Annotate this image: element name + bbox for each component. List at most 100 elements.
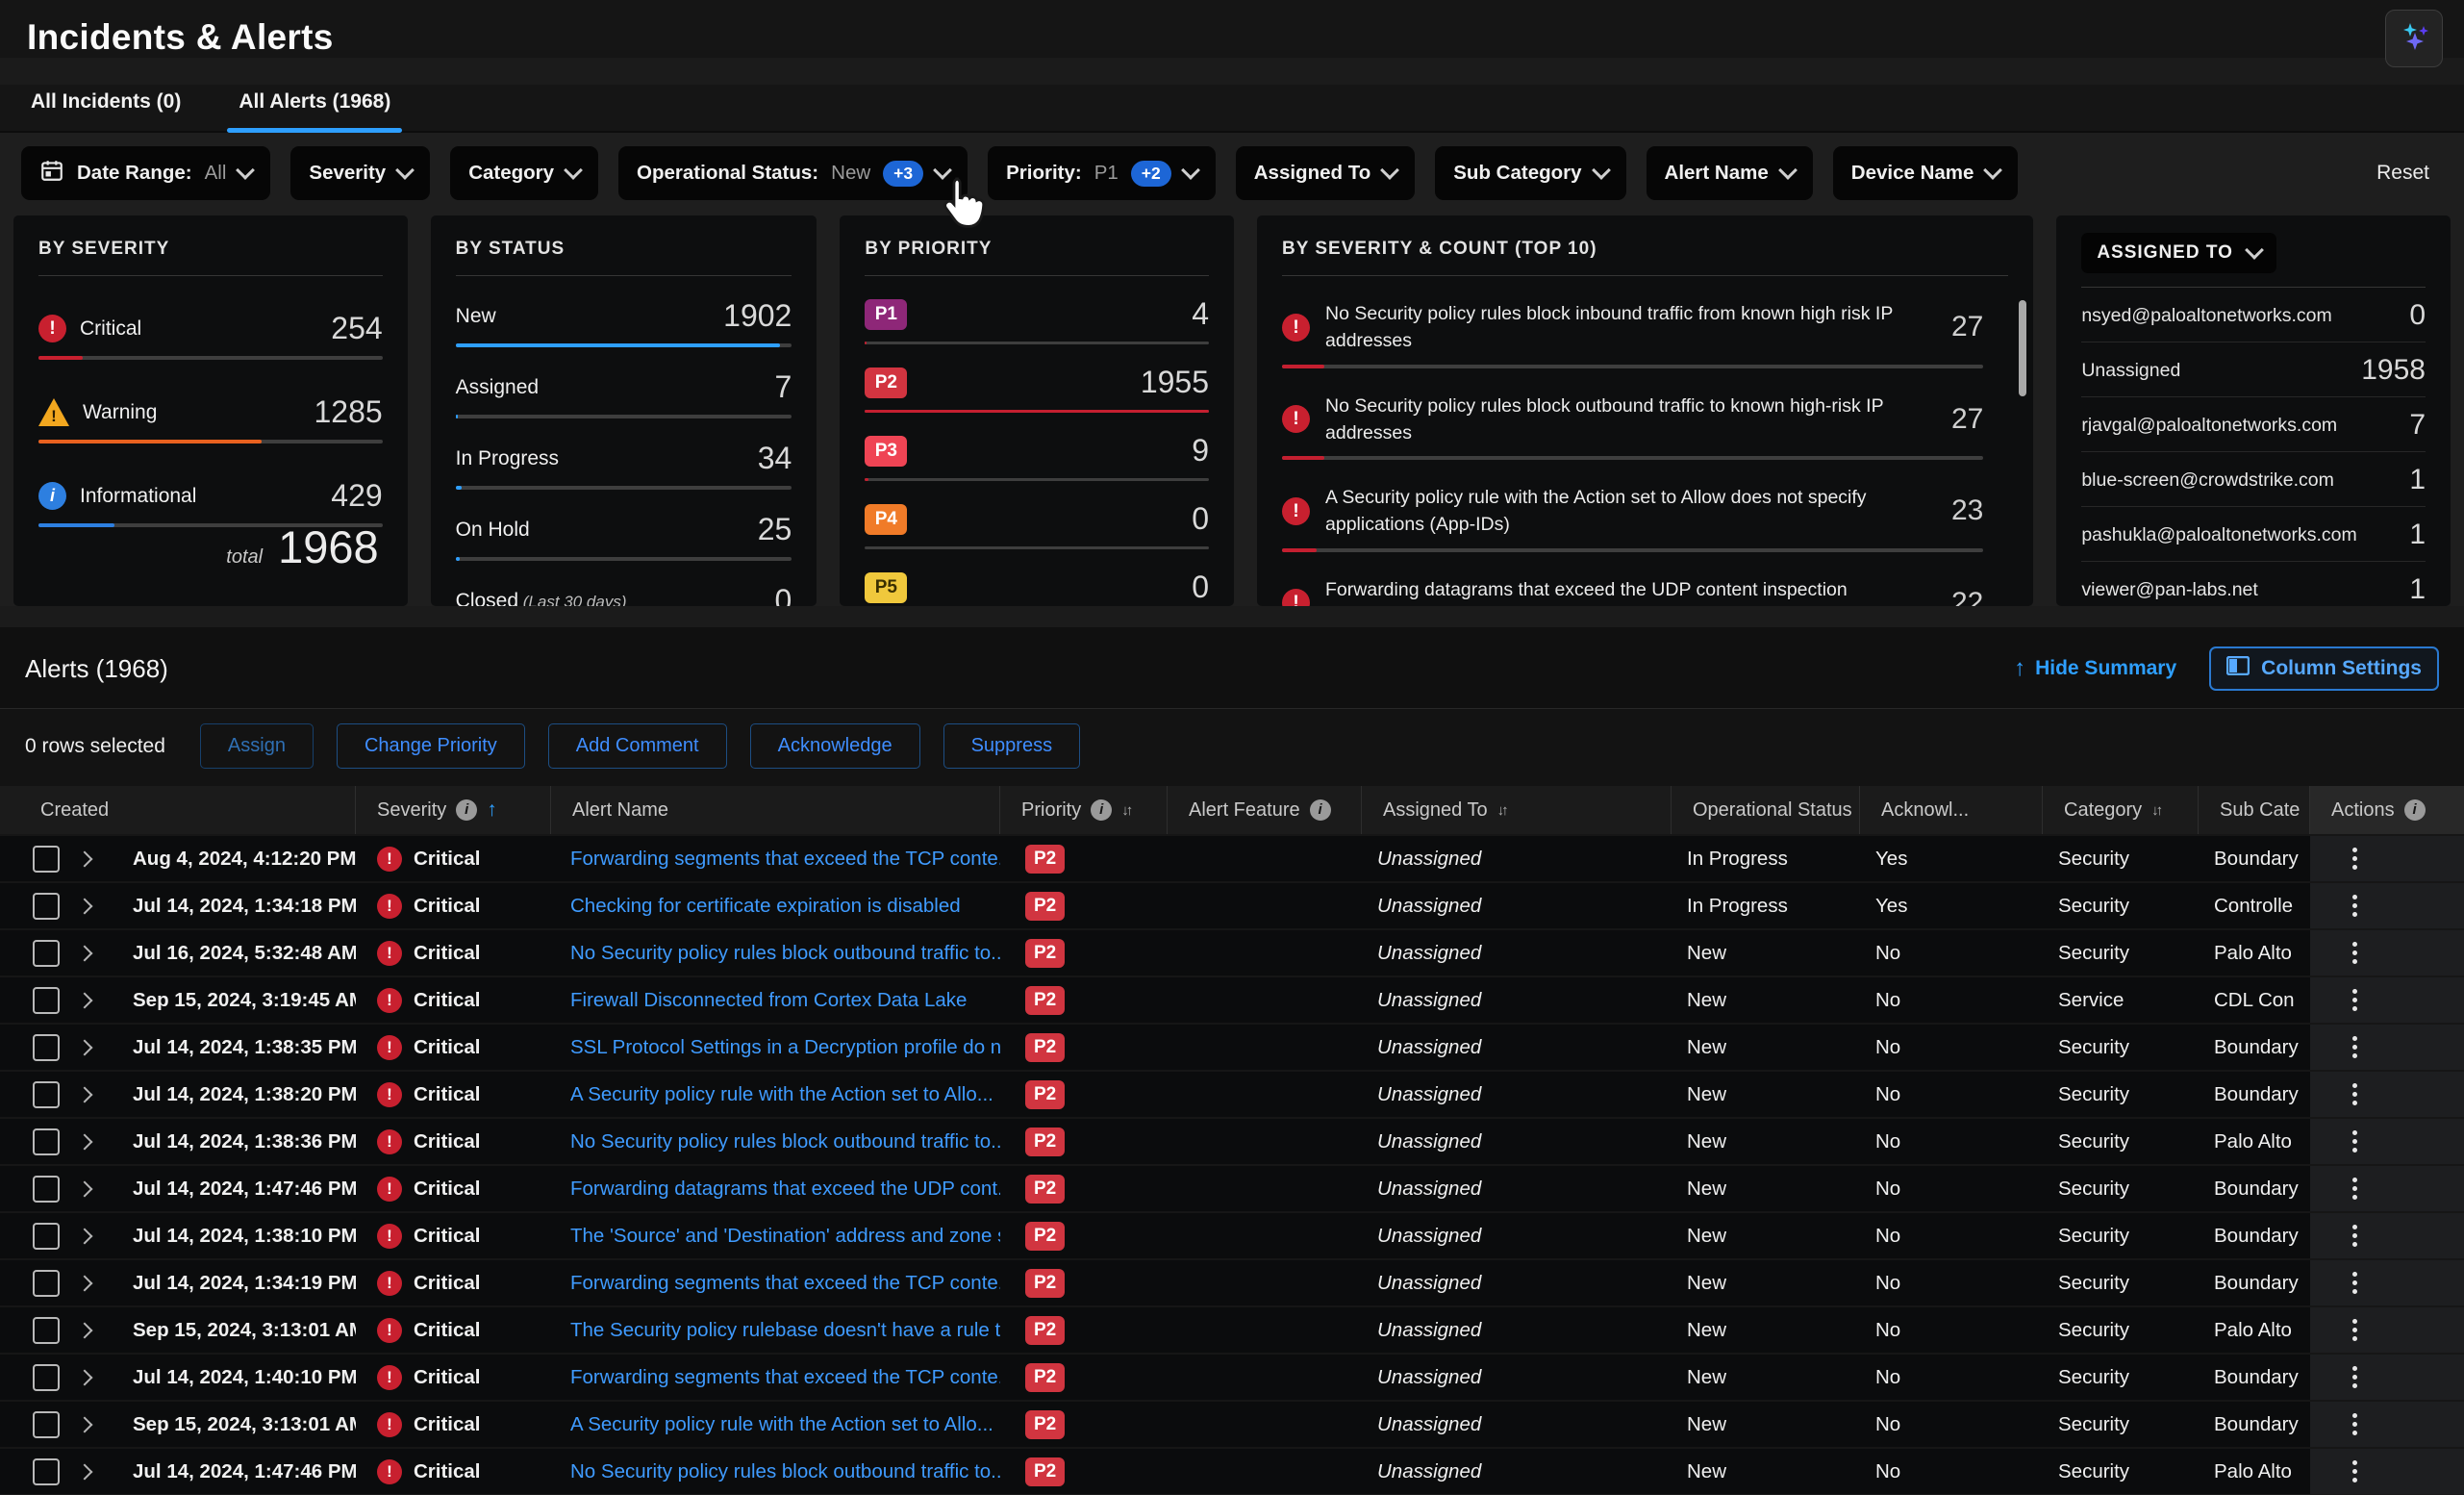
alert-name-link[interactable]: SSL Protocol Settings in a Decryption pr… <box>570 1036 1000 1059</box>
priority-badge: P2 <box>1025 1410 1065 1439</box>
alert-name-link[interactable]: The Security policy rulebase doesn't hav… <box>570 1319 1000 1342</box>
add-comment-button[interactable]: Add Comment <box>548 723 727 769</box>
filter-chip-assigned-to[interactable]: Assigned To <box>1236 146 1416 200</box>
assigned-to-dropdown[interactable]: ASSIGNED TO <box>2081 233 2276 273</box>
row-actions-menu-icon[interactable] <box>2347 1125 2363 1158</box>
row-checkbox[interactable] <box>33 1223 60 1250</box>
alert-name-link[interactable]: The 'Source' and 'Destination' address a… <box>570 1225 1000 1248</box>
column-header-priority[interactable]: Priorityi↓↑ <box>1000 786 1168 834</box>
row-expand-chevron-icon[interactable] <box>77 1463 93 1480</box>
alert-name-link[interactable]: Forwarding segments that exceed the TCP … <box>570 1272 1000 1295</box>
column-header-alert-feature[interactable]: Alert Featurei <box>1168 786 1362 834</box>
alert-name-link[interactable]: Checking for certificate expiration is d… <box>570 895 961 918</box>
row-expand-chevron-icon[interactable] <box>77 850 93 867</box>
change-priority-button[interactable]: Change Priority <box>337 723 525 769</box>
filter-chip-device-name[interactable]: Device Name <box>1833 146 2019 200</box>
row-checkbox[interactable] <box>33 987 60 1014</box>
row-checkbox[interactable] <box>33 893 60 920</box>
alert-name-link[interactable]: Firewall Disconnected from Cortex Data L… <box>570 989 967 1012</box>
filter-chip-category[interactable]: Category <box>450 146 598 200</box>
alert-name-link[interactable]: No Security policy rules block outbound … <box>570 942 1000 965</box>
filter-chip-operational-status[interactable]: Operational Status:New+3 <box>618 146 968 200</box>
column-header-assigned-to[interactable]: Assigned To↓↑ <box>1362 786 1672 834</box>
row-checkbox[interactable] <box>33 1317 60 1344</box>
row-checkbox[interactable] <box>33 940 60 967</box>
row-checkbox[interactable] <box>33 1176 60 1203</box>
row-checkbox[interactable] <box>33 1270 60 1297</box>
table-row: Aug 4, 2024, 4:12:20 PM!CriticalForwardi… <box>0 836 2464 881</box>
severity-text: Critical <box>414 1178 481 1201</box>
suppress-button[interactable]: Suppress <box>943 723 1081 769</box>
row-expand-chevron-icon[interactable] <box>77 1039 93 1055</box>
row-expand-chevron-icon[interactable] <box>77 945 93 961</box>
priority-badge: P2 <box>1025 1222 1065 1251</box>
alert-name-link[interactable]: Forwarding segments that exceed the TCP … <box>570 848 1000 871</box>
column-header-sub-cate[interactable]: Sub Cate <box>2199 786 2310 834</box>
row-checkbox[interactable] <box>33 1411 60 1438</box>
filter-chip-priority[interactable]: Priority:P1+2 <box>988 146 1216 200</box>
status-item-closed: Closed (Last 30 days)0 <box>456 583 792 606</box>
filter-chip-severity[interactable]: Severity <box>290 146 430 200</box>
alert-name-link[interactable]: A Security policy rule with the Action s… <box>570 1083 993 1106</box>
row-expand-chevron-icon[interactable] <box>77 1180 93 1197</box>
row-actions-menu-icon[interactable] <box>2347 1077 2363 1111</box>
row-actions-menu-icon[interactable] <box>2347 889 2363 923</box>
priority-item-p4: P40 <box>865 501 1209 549</box>
reset-filters-button[interactable]: Reset <box>2376 162 2443 185</box>
column-settings-button[interactable]: Column Settings <box>2209 646 2439 691</box>
filter-chip-date-range[interactable]: Date Range:All <box>21 146 270 200</box>
row-actions-menu-icon[interactable] <box>2347 1172 2363 1205</box>
row-expand-chevron-icon[interactable] <box>77 898 93 914</box>
ai-assistant-button[interactable] <box>2385 10 2443 67</box>
row-expand-chevron-icon[interactable] <box>77 1322 93 1338</box>
card-scrollbar[interactable] <box>2019 300 2026 396</box>
column-header-created[interactable]: Created <box>0 786 356 834</box>
column-header-alert-name[interactable]: Alert Name <box>551 786 1000 834</box>
row-actions-menu-icon[interactable] <box>2347 936 2363 970</box>
row-expand-chevron-icon[interactable] <box>77 1275 93 1291</box>
alert-name-link[interactable]: No Security policy rules block outbound … <box>570 1130 1000 1153</box>
row-expand-chevron-icon[interactable] <box>77 1228 93 1244</box>
row-checkbox[interactable] <box>33 1081 60 1108</box>
alert-name-link[interactable]: Forwarding segments that exceed the TCP … <box>570 1366 1000 1389</box>
alert-name-link[interactable]: A Security policy rule with the Action s… <box>570 1413 993 1436</box>
priority-badge: P2 <box>1025 1316 1065 1345</box>
row-expand-chevron-icon[interactable] <box>77 992 93 1008</box>
row-expand-chevron-icon[interactable] <box>77 1086 93 1102</box>
tab-all-alerts[interactable]: All Alerts (1968) <box>235 85 394 131</box>
alert-name-link[interactable]: Forwarding datagrams that exceed the UDP… <box>570 1178 1000 1201</box>
row-actions-menu-icon[interactable] <box>2347 1455 2363 1488</box>
cell-alert-feature <box>1168 930 1362 976</box>
row-actions-menu-icon[interactable] <box>2347 1266 2363 1300</box>
row-expand-chevron-icon[interactable] <box>77 1133 93 1150</box>
row-checkbox[interactable] <box>33 1128 60 1155</box>
row-actions-menu-icon[interactable] <box>2347 1219 2363 1253</box>
row-checkbox[interactable] <box>33 846 60 873</box>
row-expand-chevron-icon[interactable] <box>77 1369 93 1385</box>
column-header-operational-status[interactable]: Operational Status↓↑ <box>1672 786 1860 834</box>
assign-button[interactable]: Assign <box>200 723 314 769</box>
column-header-acknowl-[interactable]: Acknowl... <box>1860 786 2043 834</box>
row-expand-chevron-icon[interactable] <box>77 1416 93 1432</box>
filter-chip-alert-name[interactable]: Alert Name <box>1647 146 1813 200</box>
filter-chip-sub-category[interactable]: Sub Category <box>1435 146 1625 200</box>
column-header-severity[interactable]: Severityi↑ <box>356 786 551 834</box>
column-header-actions[interactable]: Actionsi <box>2310 786 2464 834</box>
acknowledge-button[interactable]: Acknowledge <box>750 723 920 769</box>
row-actions-menu-icon[interactable] <box>2347 1030 2363 1064</box>
column-header-category[interactable]: Category↓↑ <box>2043 786 2199 834</box>
sort-icon: ↓↑ <box>2151 802 2160 819</box>
row-checkbox[interactable] <box>33 1364 60 1391</box>
tab-all-incidents[interactable]: All Incidents (0) <box>27 85 185 131</box>
row-actions-menu-icon[interactable] <box>2347 983 2363 1017</box>
alert-name-link[interactable]: No Security policy rules block outbound … <box>570 1460 1000 1483</box>
column-header-label: Sub Cate <box>2220 799 2300 822</box>
row-actions-menu-icon[interactable] <box>2347 1360 2363 1394</box>
row-checkbox[interactable] <box>33 1034 60 1061</box>
hide-summary-button[interactable]: ↑ Hide Summary <box>2014 655 2176 682</box>
row-actions-menu-icon[interactable] <box>2347 842 2363 875</box>
row-checkbox[interactable] <box>33 1458 60 1485</box>
row-actions-menu-icon[interactable] <box>2347 1407 2363 1441</box>
row-actions-menu-icon[interactable] <box>2347 1313 2363 1347</box>
cell-priority: P2 <box>1000 1213 1168 1258</box>
